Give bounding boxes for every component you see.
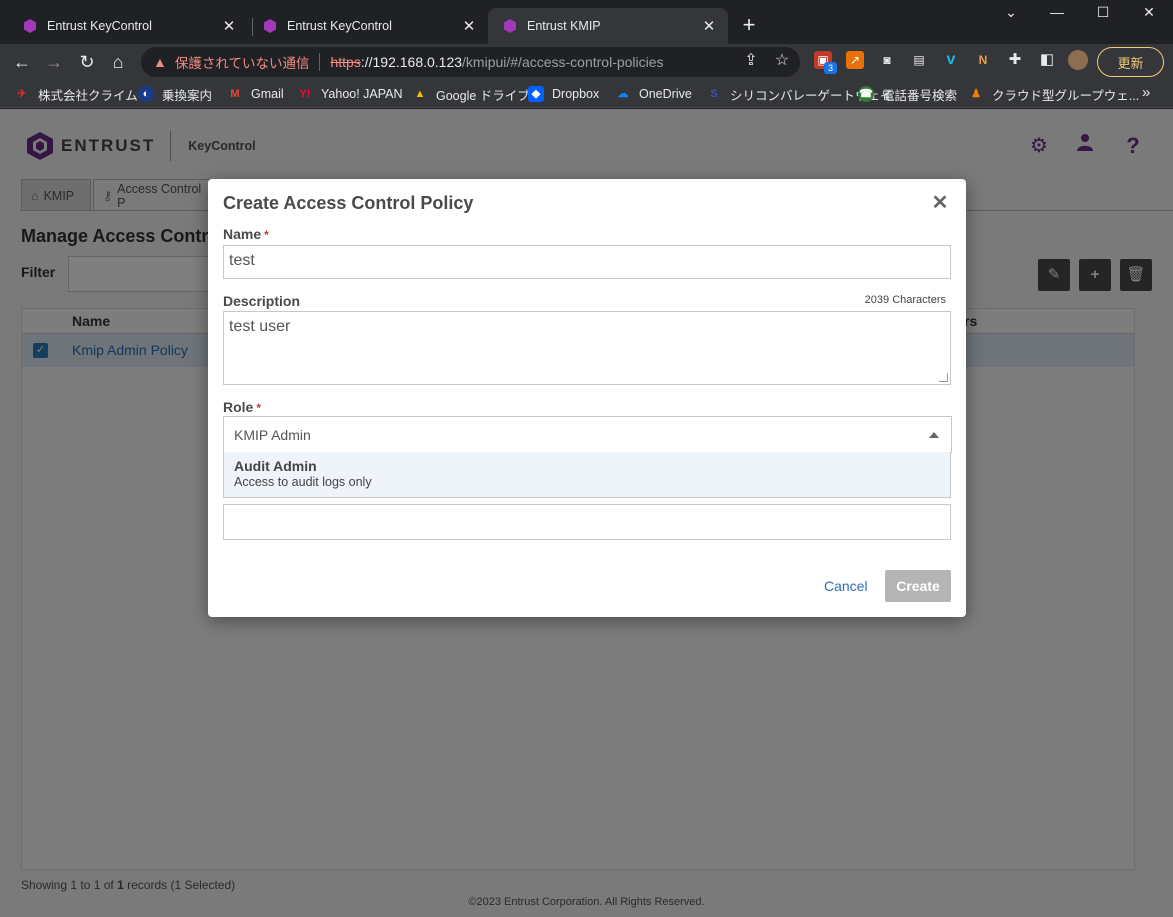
name-label: Name * [223,226,269,242]
create-button[interactable]: Create [885,570,951,602]
browser-tab[interactable]: Entrust KeyControl ✕ [8,8,248,44]
update-button[interactable]: 更新 [1097,47,1164,77]
description-textarea[interactable]: test user [223,311,951,385]
role-option[interactable]: Audit Admin Access to audit logs only [223,452,951,498]
tab-title: Entrust KMIP [527,19,601,33]
transit-icon: ◐ [138,86,154,102]
close-icon[interactable]: ✕ [930,190,950,215]
character-count: 2039 Characters [864,294,946,306]
resize-handle-icon[interactable] [939,373,948,382]
bookmark-label: Gmail [251,87,284,101]
bookmark-item[interactable]: Y! Yahoo! JAPAN [297,85,403,103]
role-label-text: Role [223,399,254,415]
minimize-button[interactable]: — [1042,4,1072,20]
chevron-down-icon[interactable]: ⌄ [996,4,1026,21]
bookmark-item[interactable]: ♟ クラウド型グループウェ... [968,85,1139,103]
browser-tab-active[interactable]: Entrust KMIP ✕ [488,8,728,44]
share-icon[interactable]: ⇪ [741,50,761,70]
bookmark-item[interactable]: ☁ OneDrive [615,85,692,103]
role-select[interactable]: KMIP Admin [223,416,952,453]
close-tab-icon[interactable]: ✕ [220,17,238,35]
bookmark-label: 電話番号検索 [882,88,958,103]
url-path: /kmipui/#/access-control-policies [462,54,664,70]
omnibox-separator [319,53,321,71]
role-selected-value: KMIP Admin [234,427,311,443]
home-button[interactable]: ⌂ [106,50,130,74]
bookmark-item[interactable]: ✈ 株式会社クライム [14,85,138,103]
maximize-button[interactable]: ☐ [1088,4,1118,21]
back-button[interactable]: ← [10,50,34,74]
additional-input[interactable] [223,504,951,540]
camera-extension-icon[interactable]: ◙ [878,51,896,69]
dropbox-icon: ◆ [528,86,544,102]
side-panel-icon[interactable]: ◧ [1038,51,1056,69]
bookmark-label: OneDrive [639,87,692,101]
required-mark: * [264,228,269,242]
name-label-text: Name [223,226,262,242]
role-option-description: Access to audit logs only [234,475,372,489]
bookmark-item[interactable]: ◆ Dropbox [528,85,599,103]
chart-extension-icon[interactable]: ↗ [846,51,864,69]
browser-toolbar: ← → ↻ ⌂ ▲ 保護されていない通信 https://192.168.0.1… [0,44,1173,80]
security-label[interactable]: 保護されていない通信 [175,52,310,72]
cancel-button[interactable]: Cancel [824,578,868,594]
nj-extension-icon[interactable]: N [974,51,992,69]
entrust-favicon-icon [24,19,36,33]
bookmark-item[interactable]: ☎ 電話番号検索 [858,85,957,103]
vimeo-extension-icon[interactable]: v [942,51,960,69]
bookmark-item[interactable]: ▲ Google ドライブ [412,85,530,103]
name-value: test [229,252,255,269]
forward-button[interactable]: → [42,50,66,74]
bookmark-item[interactable]: ◐ 乗換案内 [138,85,212,103]
silicon-valley-icon: S [710,88,718,100]
crime-logo-icon: ✈ [17,88,27,100]
bookmark-label: Yahoo! JAPAN [321,87,403,101]
entrust-favicon-icon [504,19,516,33]
bookmark-label: クラウド型グループウェ... [992,88,1140,103]
bookmark-label: Dropbox [552,87,600,101]
create-policy-dialog: Create Access Control Policy ✕ Name * tes… [208,179,966,617]
google-drive-icon: ▲ [414,88,426,100]
role-option-title: Audit Admin [234,458,317,474]
close-tab-icon[interactable]: ✕ [460,17,478,35]
more-bookmarks-icon[interactable]: » [1142,84,1150,101]
bookmark-item[interactable]: M Gmail [227,85,284,103]
reload-button[interactable]: ↻ [75,50,99,74]
description-label: Description [223,293,301,309]
window-extension-icon[interactable]: ▤ [910,51,928,69]
gmail-icon: M [230,88,240,100]
yahoo-icon: Y! [299,88,311,100]
close-window-button[interactable]: ✕ [1134,4,1164,21]
browser-tab[interactable]: Entrust KeyControl ✕ [248,8,488,44]
bookmark-label: 乗換案内 [162,88,213,103]
bookmark-label: Google ドライブ [436,88,530,103]
onedrive-icon: ☁ [617,88,629,100]
url-host: ://192.168.0.123 [360,54,463,70]
phone-search-icon: ☎ [858,86,874,102]
browser-tab-strip: Entrust KeyControl ✕ Entrust KeyControl … [0,0,1173,44]
required-mark: * [256,401,262,415]
address-bar[interactable]: ▲ 保護されていない通信 https://192.168.0.123/kmipu… [141,47,800,77]
caret-up-icon[interactable] [929,432,939,438]
bookmarks-bar: ✈ 株式会社クライム ◐ 乗換案内 M Gmail Y! Yahoo! JAPAN ▲ G… [0,80,1173,108]
dialog-title: Create Access Control Policy [223,193,474,213]
warning-icon[interactable]: ▲ [153,54,167,70]
description-value: test user [229,318,291,335]
tab-title: Entrust KeyControl [47,19,152,33]
groupware-icon: ♟ [971,88,981,100]
name-input[interactable]: test [223,245,951,279]
entrust-favicon-icon [264,19,276,33]
tab-title: Entrust KeyControl [287,19,392,33]
profile-avatar[interactable] [1068,50,1088,70]
bookmark-star-icon[interactable]: ☆ [772,50,792,70]
close-tab-icon[interactable]: ✕ [700,17,718,35]
new-tab-button[interactable]: + [738,14,760,36]
extension-badge: 3 [824,62,837,74]
puzzle-extensions-icon[interactable]: ✚ [1006,51,1024,69]
url-scheme: https [330,54,361,70]
role-label: Role * [223,399,261,415]
bookmark-label: 株式会社クライム [38,88,138,103]
